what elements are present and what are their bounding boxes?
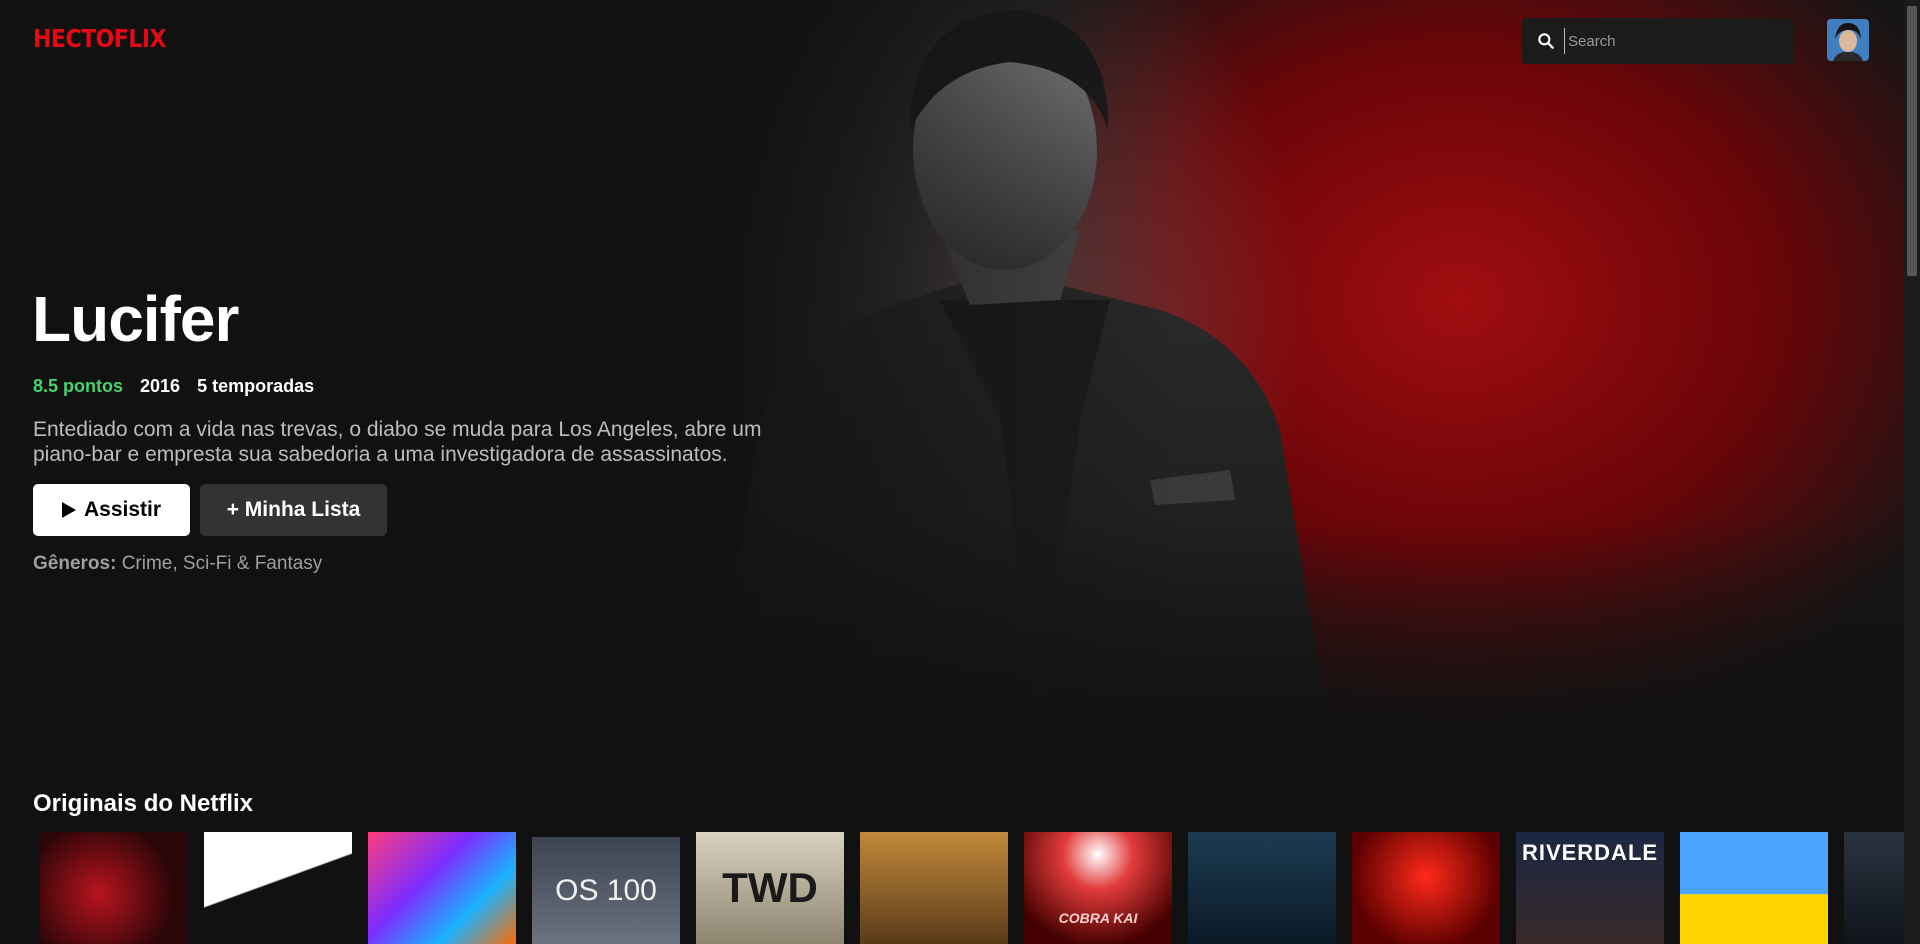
featured-points: 8.5 pontos: [33, 376, 124, 396]
search-icon: [1538, 33, 1554, 49]
my-list-button[interactable]: + Minha Lista: [200, 484, 387, 536]
play-button-label: Assistir: [83, 498, 162, 521]
genres-value: Crime, Sci-Fi & Fantasy: [116, 553, 323, 574]
poster-card[interactable]: [1680, 832, 1828, 944]
featured-year: 2016: [140, 376, 181, 396]
my-list-button-label: + Minha Lista: [226, 498, 361, 521]
play-icon: [61, 502, 76, 518]
poster-card[interactable]: [860, 832, 1008, 944]
poster-card[interactable]: RIVERDALE: [1516, 832, 1664, 944]
poster-card[interactable]: [204, 832, 352, 944]
featured-seasons: 5 temporadas: [197, 376, 315, 396]
poster-card[interactable]: [1352, 832, 1500, 944]
brand-logo[interactable]: HECTOFLIX: [33, 25, 167, 54]
profile-avatar[interactable]: [1827, 19, 1869, 61]
poster-label: OS 100: [555, 873, 657, 907]
row-title: Originais do Netflix: [33, 790, 254, 817]
page-scrollbar[interactable]: [1904, 0, 1920, 944]
poster-row[interactable]: OS 100 TWD COBRA KAI RIVERDALE: [40, 832, 1904, 944]
poster-card[interactable]: COBRA KAI: [1024, 832, 1172, 944]
featured-genres: Gêneros: Crime, Sci-Fi & Fantasy: [33, 553, 322, 575]
poster-card[interactable]: TWD: [696, 832, 844, 944]
top-bar: HECTOFLIX: [0, 0, 1904, 80]
search-box[interactable]: [1522, 18, 1794, 64]
poster-label: TWD: [722, 864, 818, 911]
featured-description: Entediado com a vida nas trevas, o diabo…: [33, 418, 762, 466]
featured-meta: 8.5 pontos 2016 5 temporadas: [33, 376, 314, 397]
poster-card[interactable]: [368, 832, 516, 944]
poster-label: COBRA KAI: [1058, 910, 1138, 926]
featured-title: Lucifer: [32, 283, 239, 355]
hero-fade-bottom: [0, 0, 1904, 944]
play-button[interactable]: Assistir: [33, 484, 190, 536]
search-input[interactable]: [1564, 28, 1784, 54]
avatar-icon: [1827, 19, 1869, 61]
poster-card[interactable]: [1844, 832, 1904, 944]
poster-card[interactable]: [40, 832, 188, 944]
poster-card[interactable]: OS 100: [532, 837, 680, 944]
poster-label: RIVERDALE: [1521, 840, 1659, 865]
scrollbar-thumb[interactable]: [1907, 6, 1917, 276]
poster-card[interactable]: [1188, 832, 1336, 944]
genres-label: Gêneros:: [33, 553, 117, 574]
